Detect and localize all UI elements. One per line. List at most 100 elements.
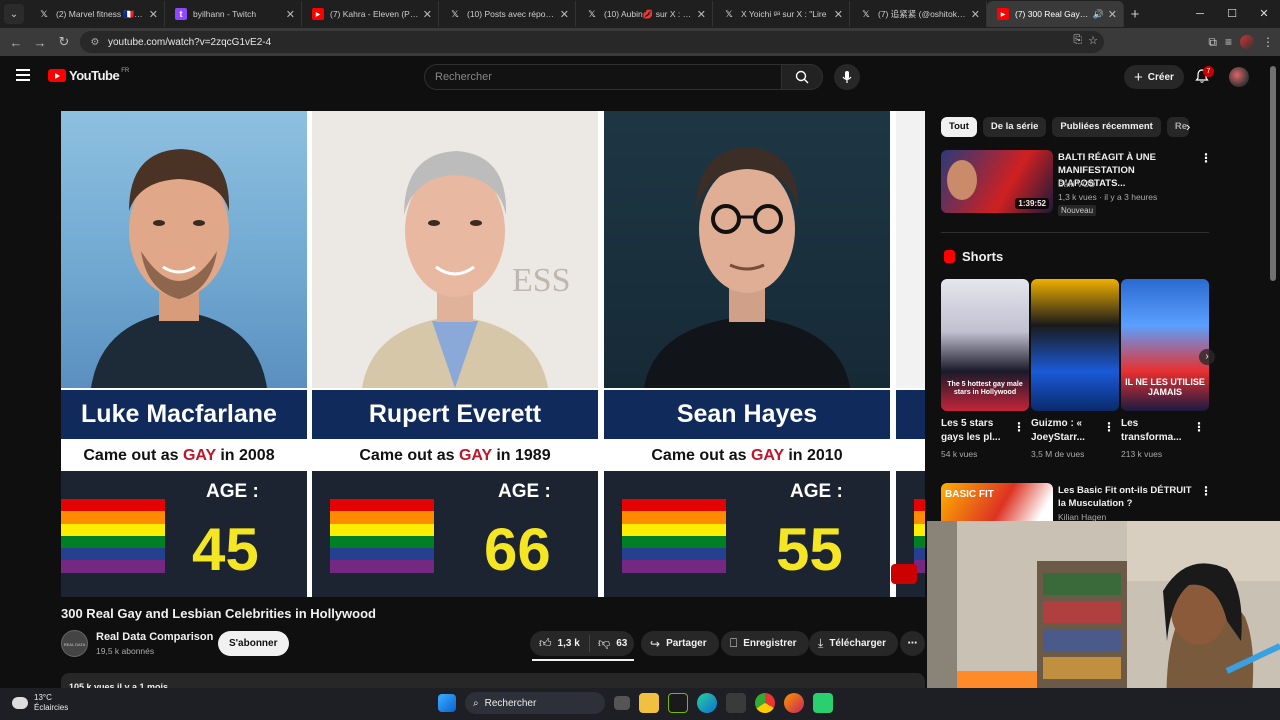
browser-tab-active[interactable]: ▶ (7) 300 Real Gay and 🔊 ✕ bbox=[987, 1, 1124, 27]
create-button[interactable]: + Créer bbox=[1124, 65, 1184, 89]
subscribe-watermark-icon[interactable] bbox=[891, 564, 917, 584]
chip-all[interactable]: Tout bbox=[941, 117, 977, 137]
edge-icon[interactable] bbox=[697, 693, 717, 713]
site-info-icon[interactable]: ⚙ bbox=[88, 37, 102, 48]
filter-chips: Tout De la série Publiées récemment Re bbox=[941, 117, 1189, 137]
channel-name[interactable]: Balti VOD bbox=[1058, 179, 1095, 189]
close-tab-icon[interactable]: ✕ bbox=[1108, 8, 1117, 21]
like-button[interactable]: 👍︎ 1,3 k bbox=[530, 635, 590, 652]
browser-tab[interactable]: 𝕏 (2) Marvel fitness 🇫🇷 (@M ✕ bbox=[28, 1, 165, 27]
dislike-button[interactable]: 👎︎ 63 bbox=[590, 636, 627, 651]
celebrity-name-partial bbox=[896, 390, 925, 439]
browser-tab-bar: ⌄ 𝕏 (2) Marvel fitness 🇫🇷 (@M ✕ t byilha… bbox=[0, 0, 1280, 28]
more-vertical-icon[interactable]: ⋮ bbox=[1193, 420, 1205, 434]
close-tab-icon[interactable]: ✕ bbox=[286, 8, 295, 21]
thumbs-up-icon: 👍︎ bbox=[539, 636, 552, 650]
short-views: 54 k vues bbox=[941, 449, 978, 459]
close-tab-icon[interactable]: ✕ bbox=[560, 8, 569, 21]
short-thumbnail[interactable]: IL NE LES UTILISE JAMAIS bbox=[1121, 279, 1209, 411]
short-title[interactable]: Les 5 stars gays les pl... bbox=[941, 417, 1011, 445]
taskbar-search-label: Rechercher bbox=[484, 697, 537, 709]
bookmark-star-icon[interactable]: ☆ bbox=[1088, 34, 1098, 47]
nvidia-icon[interactable] bbox=[668, 693, 688, 713]
new-badge: Nouveau bbox=[1058, 205, 1097, 216]
search-input[interactable]: Rechercher bbox=[424, 64, 782, 90]
tab-title: (10) Posts avec réponses bbox=[467, 9, 556, 19]
came-out-word: GAY bbox=[182, 447, 216, 464]
close-tab-icon[interactable]: ✕ bbox=[971, 8, 980, 21]
browser-tab[interactable]: 𝕏 (10) Aubin💋 sur X : "Pou ✕ bbox=[576, 1, 713, 27]
page-scrollbar[interactable] bbox=[1270, 66, 1276, 281]
channel-avatar[interactable]: REAL DATA COMPARISON bbox=[61, 630, 88, 657]
weather-widget[interactable]: 13°C Éclaircies bbox=[12, 693, 68, 713]
firefox-icon[interactable] bbox=[784, 693, 804, 713]
menu-icon[interactable]: ⋮ bbox=[1262, 35, 1274, 49]
more-vertical-icon[interactable]: ⋮ bbox=[1200, 484, 1212, 498]
save-button[interactable]: ⎕ Enregistrer bbox=[721, 631, 809, 656]
tab-title: (10) Aubin💋 sur X : "Pou bbox=[604, 8, 693, 19]
account-avatar[interactable] bbox=[1229, 67, 1249, 87]
came-out-year: in 1989 bbox=[496, 447, 551, 464]
chrome-icon[interactable] bbox=[755, 693, 775, 713]
voice-search-button[interactable] bbox=[834, 64, 860, 90]
reload-icon[interactable]: ↻ bbox=[52, 34, 76, 50]
file-explorer-icon[interactable] bbox=[639, 693, 659, 713]
browser-tab[interactable]: t byilhann - Twitch ✕ bbox=[165, 1, 302, 27]
share-button[interactable]: ↪ Partager bbox=[641, 631, 719, 656]
chevron-right-icon[interactable]: › bbox=[1199, 349, 1215, 365]
recommended-video[interactable]: 1:39:52 BALTI RÉAGIT À UNE MANIFESTATION… bbox=[941, 150, 1212, 216]
more-vertical-icon[interactable]: ⋮ bbox=[1013, 420, 1025, 434]
taskbar-search[interactable]: ⌕ Rechercher bbox=[465, 692, 605, 714]
browser-tab[interactable]: 𝕏 X Yoichi ᵍᵃ sur X : "Lire ✕ bbox=[713, 1, 850, 27]
app-icon[interactable] bbox=[813, 693, 833, 713]
close-tab-icon[interactable]: ✕ bbox=[423, 8, 432, 21]
maximize-icon[interactable]: ☐ bbox=[1216, 0, 1248, 28]
video-thumbnail[interactable]: 1:39:52 bbox=[941, 150, 1053, 213]
twitch-icon: t bbox=[175, 8, 187, 20]
came-out-word: GAY bbox=[458, 447, 492, 464]
back-icon[interactable]: ← bbox=[4, 35, 28, 50]
chip-series[interactable]: De la série bbox=[982, 117, 1047, 137]
short-thumbnail[interactable]: The 5 hottest gay male stars in Hollywoo… bbox=[941, 279, 1029, 411]
more-vertical-icon[interactable]: ⋮ bbox=[1103, 420, 1115, 434]
new-tab-button[interactable]: + bbox=[1124, 6, 1146, 23]
more-actions-button[interactable]: ⋯ bbox=[900, 631, 925, 656]
windows-start-icon[interactable] bbox=[438, 694, 456, 712]
short-title[interactable]: Guizmo : « JoeyStarr... bbox=[1031, 417, 1101, 445]
reading-list-icon[interactable]: ≡ bbox=[1225, 35, 1232, 49]
speaker-icon[interactable]: 🔊 bbox=[1093, 9, 1104, 20]
browser-tab[interactable]: ▶ (7) Kahra - Eleven (Prod. ✕ bbox=[302, 1, 439, 27]
short-title[interactable]: Les transforma... bbox=[1121, 417, 1191, 445]
address-bar[interactable]: ⚙ youtube.com/watch?v=2zqcG1vE2-4 ⎘ ☆ bbox=[80, 31, 1104, 53]
more-vertical-icon[interactable]: ⋮ bbox=[1200, 151, 1212, 165]
youtube-logo[interactable]: YouTube FR bbox=[48, 68, 129, 83]
search-placeholder: Rechercher bbox=[435, 71, 492, 83]
close-tab-icon[interactable]: ✕ bbox=[834, 8, 843, 21]
subscribe-button[interactable]: S'abonner bbox=[218, 631, 289, 656]
channel-name[interactable]: Real Data Comparison bbox=[96, 631, 213, 643]
minimize-icon[interactable]: ─ bbox=[1184, 0, 1216, 28]
search-icon bbox=[795, 70, 809, 84]
chip-recent[interactable]: Publiées récemment bbox=[1052, 117, 1161, 137]
video-player[interactable]: Luke Macfarlane Came out as GAY in 2008 … bbox=[61, 111, 925, 597]
store-icon[interactable] bbox=[726, 693, 746, 713]
video-title[interactable]: Les Basic Fit ont-ils DÉTRUIT la Muscula… bbox=[1058, 484, 1198, 510]
search-button[interactable] bbox=[781, 64, 823, 90]
download-button[interactable]: ⤓ Télécharger bbox=[809, 631, 899, 656]
close-window-icon[interactable]: ✕ bbox=[1248, 0, 1280, 28]
hamburger-menu-icon[interactable] bbox=[16, 69, 30, 84]
tab-search-dropdown[interactable]: ⌄ bbox=[4, 4, 24, 24]
browser-tab[interactable]: 𝕏 (10) Posts avec réponses ✕ bbox=[439, 1, 576, 27]
short-thumbnail[interactable] bbox=[1031, 279, 1119, 411]
celebrity-photo bbox=[604, 111, 890, 388]
age-label: AGE : bbox=[206, 481, 259, 502]
install-app-icon[interactable]: ⎘ bbox=[1073, 34, 1082, 47]
chevron-right-icon[interactable]: › bbox=[1186, 119, 1190, 134]
close-tab-icon[interactable]: ✕ bbox=[149, 8, 158, 21]
forward-icon[interactable]: → bbox=[28, 35, 52, 50]
browser-tab[interactable]: 𝕏 (7) 追紧紧 (@oshitokosa) ✕ bbox=[850, 1, 987, 27]
task-view-icon[interactable] bbox=[614, 696, 630, 710]
extensions-icon[interactable]: ⧉ bbox=[1208, 35, 1217, 50]
profile-avatar[interactable] bbox=[1240, 35, 1254, 49]
close-tab-icon[interactable]: ✕ bbox=[697, 8, 706, 21]
